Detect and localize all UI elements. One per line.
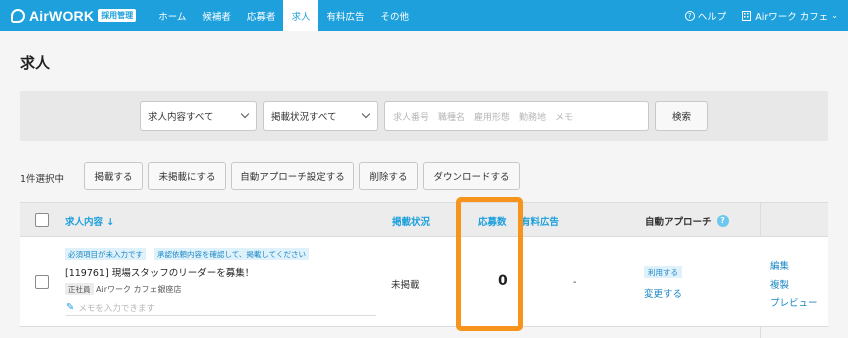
account-menu[interactable]: Airワーク カフェ ⌄ <box>742 9 838 23</box>
main-nav: ホーム 候補者 応募者 求人 有料広告 その他 <box>150 0 417 31</box>
help-link[interactable]: ? ヘルプ <box>684 9 727 23</box>
paid-ad-value: - <box>573 277 577 288</box>
warning-tag: 必須項目が未入力です <box>65 248 146 260</box>
help-icon[interactable]: ? <box>716 214 729 227</box>
status-value: 未掲載 <box>391 280 420 291</box>
selected-count: 1件選択中 <box>20 174 65 185</box>
paid-ad-header[interactable]: 有料広告 <box>521 203 559 238</box>
building-icon <box>742 10 752 21</box>
auto-approach-header-label: 自動アプローチ <box>645 216 712 228</box>
table-header: 求人内容 ↓ 掲載状況 応募数 有料広告 自動アプローチ ? <box>20 202 828 237</box>
brand-logo[interactable]: AirWORK 採用管理 <box>11 0 137 31</box>
nav-item-applicants[interactable]: 応募者 <box>239 0 284 31</box>
status-filter-select[interactable]: 掲載状況すべて <box>263 101 378 131</box>
chevron-down-icon <box>361 109 371 119</box>
download-button[interactable]: ダウンロードする <box>423 162 520 190</box>
chevron-down-icon: ⌄ <box>831 11 838 20</box>
help-icon: ? <box>684 10 695 21</box>
sort-content-header[interactable]: 求人内容 ↓ <box>65 203 114 238</box>
copy-link[interactable]: 複製 <box>770 277 789 291</box>
nav-item-home[interactable]: ホーム <box>150 0 194 31</box>
content-filter-select[interactable]: 求人内容すべて <box>140 101 257 131</box>
table-row: 必須項目が未入力です 承認依頼内容を確認して、掲載してください [119761]… <box>20 237 828 327</box>
search-panel: 求人内容すべて 掲載状況すべて 求人番号 職種名 雇用形態 勤務地 メモ 検索 <box>20 91 828 141</box>
auto-approach-change-link[interactable]: 変更する <box>644 286 682 300</box>
nav-item-other[interactable]: その他 <box>372 0 417 31</box>
nav-item-candidates[interactable]: 候補者 <box>194 0 239 31</box>
preview-link[interactable]: プレビュー <box>770 295 818 309</box>
edit-link[interactable]: 編集 <box>770 258 789 272</box>
publish-button[interactable]: 掲載する <box>84 162 143 190</box>
logo-icon <box>11 8 25 23</box>
row-checkbox[interactable] <box>35 275 49 289</box>
approval-tag: 承認依頼内容を確認して、掲載してください <box>154 248 309 260</box>
auto-approach-status: 利用する <box>644 266 682 278</box>
pencil-icon: ✎ <box>66 302 75 313</box>
employment-badge: 正社員 <box>65 283 94 295</box>
memo-placeholder: メモを入力できます <box>78 303 155 314</box>
top-nav: AirWORK 採用管理 ホーム 候補者 応募者 求人 有料広告 その他 ? ヘ… <box>0 0 848 31</box>
nav-item-jobs[interactable]: 求人 <box>283 0 319 31</box>
nav-item-paid-ads[interactable]: 有料広告 <box>318 0 372 31</box>
page-title: 求人 <box>20 54 51 72</box>
select-all-checkbox[interactable] <box>35 213 49 227</box>
job-title[interactable]: [119761] 現場スタッフのリーダーを募集！ <box>65 265 254 279</box>
unpublish-button[interactable]: 未掲載にする <box>148 162 226 190</box>
status-header[interactable]: 掲載状況 <box>392 203 430 238</box>
delete-button[interactable]: 削除する <box>359 162 418 190</box>
auto-approach-setting-button[interactable]: 自動アプローチ設定する <box>231 162 354 190</box>
chevron-down-icon <box>240 109 250 119</box>
search-input[interactable]: 求人番号 職種名 雇用形態 勤務地 メモ <box>384 101 649 131</box>
auto-approach-header: 自動アプローチ ? <box>645 203 729 238</box>
content-filter-value: 求人内容すべて <box>148 112 214 123</box>
help-label: ヘルプ <box>697 11 727 23</box>
store-name: Airワーク カフェ銀座店 <box>96 285 182 294</box>
account-name: Airワーク カフェ <box>755 11 829 23</box>
status-filter-value: 掲載状況すべて <box>271 112 337 123</box>
search-button[interactable]: 検索 <box>655 101 708 131</box>
highlight-box <box>456 197 523 331</box>
memo-input[interactable]: ✎ メモを入力できます <box>66 300 376 316</box>
brand-name: AirWORK <box>29 7 95 24</box>
brand-badge: 採用管理 <box>98 9 137 22</box>
